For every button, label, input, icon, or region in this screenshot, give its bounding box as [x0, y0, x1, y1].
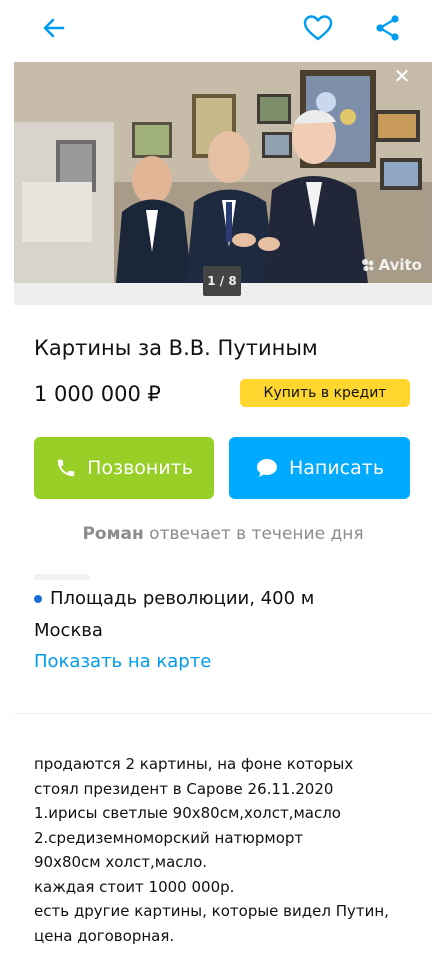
- seller-response-time: отвечает в течение дня: [149, 524, 364, 544]
- city: Москва: [34, 620, 103, 641]
- listing-price: 1 000 000 ₽: [34, 382, 161, 406]
- location-label-placeholder: [34, 574, 90, 580]
- address-text: Площадь революции, 400 м: [50, 588, 315, 609]
- share-icon: [376, 15, 399, 41]
- section-divider: [14, 713, 432, 714]
- favorite-button[interactable]: [300, 10, 336, 46]
- description-line: 1.ирисы светлые 90х80см,холст,масло: [34, 804, 341, 822]
- buy-on-credit-button[interactable]: Купить в кредит: [240, 379, 410, 407]
- heart-icon: [303, 15, 333, 41]
- show-on-map-link[interactable]: Показать на карте: [34, 651, 211, 672]
- close-icon[interactable]: ✕: [390, 64, 414, 88]
- listing-description: продаются 2 картины, на фоне которых сто…: [34, 752, 424, 948]
- avito-logo-icon: [361, 259, 374, 272]
- listing-title: Картины за В.В. Путиным: [34, 336, 318, 360]
- phone-icon: [57, 459, 75, 477]
- description-line: 2.средиземноморский натюрморт: [34, 828, 304, 847]
- message-button-label: Написать: [288, 457, 385, 479]
- chat-bubble-icon: [256, 459, 277, 477]
- listing-page: ✕ Avito 1 / 8 Картины за В.В. Путиным 1 …: [0, 0, 446, 962]
- message-button[interactable]: Написать: [229, 437, 410, 499]
- description-line: продаются 2 картины, на фоне которых: [34, 755, 354, 773]
- description-line: цена договорная.: [34, 926, 175, 945]
- listing-photo[interactable]: ✕ Avito: [14, 62, 432, 283]
- seller-info: Роман отвечает в течение дня: [0, 524, 446, 544]
- photo-gallery[interactable]: ✕ Avito 1 / 8: [14, 62, 432, 305]
- metro-station: Площадь революции, 400 м: [34, 588, 314, 609]
- share-button[interactable]: [370, 10, 406, 46]
- watermark-text: Avito: [378, 256, 422, 274]
- description-line: есть другие картины, которые видел Путин…: [34, 902, 389, 920]
- avito-watermark: Avito: [360, 256, 422, 274]
- description-line: 90х80см холст,масло.: [34, 853, 208, 871]
- description-line: каждая стоит 1000 000р.: [34, 877, 235, 896]
- description-line: стоял президент в Сарове 26.11.2020: [34, 779, 334, 798]
- photo-counter: 1 / 8: [203, 266, 241, 296]
- arrow-left-icon: [43, 18, 65, 38]
- seller-name[interactable]: Роман: [82, 524, 143, 544]
- back-button[interactable]: [36, 10, 72, 46]
- top-bar: [0, 0, 446, 56]
- call-button[interactable]: Позвонить: [34, 437, 214, 499]
- call-button-label: Позвонить: [87, 457, 193, 479]
- metro-line-dot-icon: [34, 594, 42, 603]
- photo-illustration: [14, 62, 432, 283]
